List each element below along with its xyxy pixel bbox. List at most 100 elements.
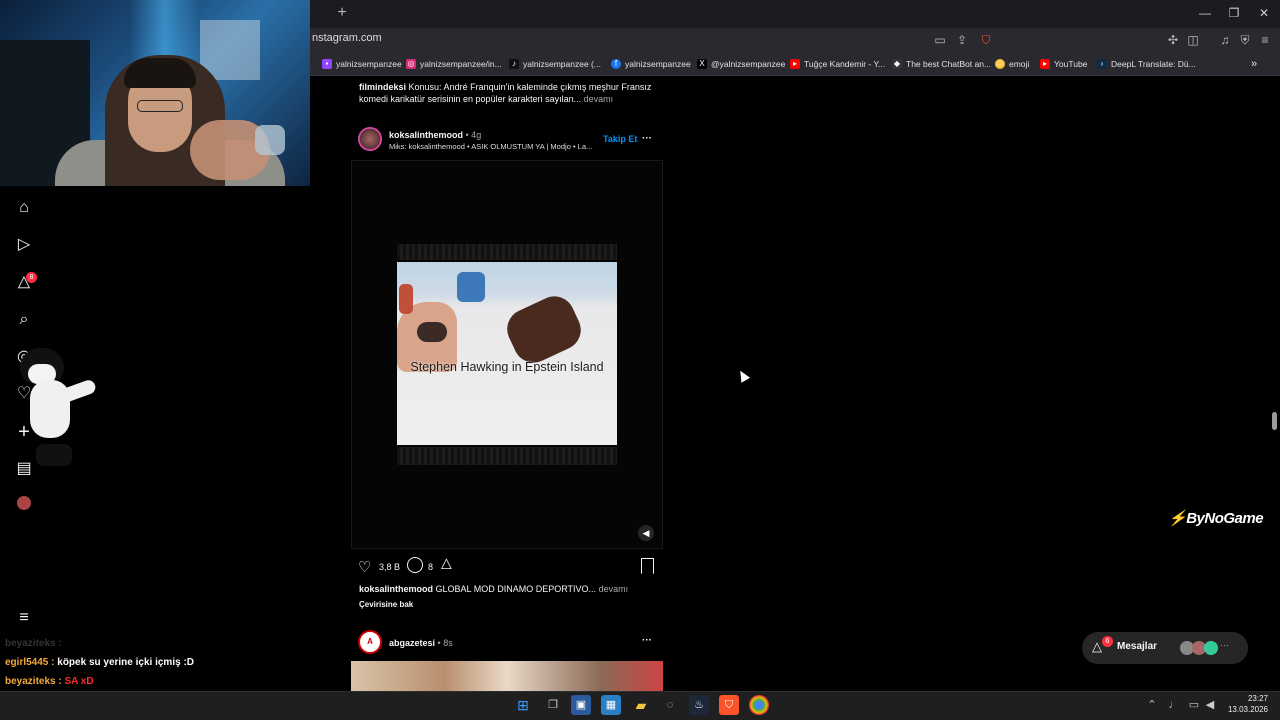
chat-line: egirl5445 : köpek su yerine içki içmiş :… — [5, 657, 194, 668]
search-icon[interactable]: ⌕ — [12, 308, 36, 332]
more-link[interactable]: devamı — [584, 94, 614, 104]
bookmark-item[interactable]: ☺ emoji — [995, 56, 1029, 72]
bookmark-item[interactable]: ♪ yalnizsempanzee (... — [509, 56, 601, 72]
comment-icon[interactable] — [407, 557, 423, 573]
man-figure — [500, 289, 588, 370]
share-icon[interactable]: ▽ — [441, 556, 452, 573]
glasses-shape — [137, 100, 183, 112]
bookmark-item[interactable]: › DeepL Translate: Dü... — [1097, 56, 1196, 72]
video-overlay-caption: Stephen Hawking in Epstein Island — [410, 360, 604, 374]
avatar — [1204, 641, 1218, 655]
sidebar-icon[interactable]: ◫ — [1184, 31, 1202, 49]
network-icon[interactable]: ▭ — [1186, 695, 1202, 715]
app-icon[interactable]: ◌ — [660, 695, 680, 715]
messages-label: Mesajlar — [1117, 641, 1158, 652]
close-window-button[interactable]: ✕ — [1249, 4, 1279, 22]
caption-username[interactable]: koksalinthemood — [359, 584, 433, 594]
next-post-header: abgazetesi • 8s — [389, 637, 453, 649]
facebook-icon: f — [611, 59, 621, 69]
webcam-overlay — [0, 0, 310, 186]
bookmark-item[interactable]: X @yalnizsempanzee — [697, 56, 785, 72]
messages-button[interactable]: ▽ 6 Mesajlar ··· — [1082, 632, 1248, 664]
microphone-icon[interactable]: ♩ — [1166, 695, 1182, 715]
bynogame-logo-icon: ⚡ — [1168, 510, 1187, 527]
media-icon[interactable]: ♫ — [1216, 31, 1234, 49]
share-icon[interactable]: ⇪ — [953, 31, 971, 49]
more-avatars-icon: ··· — [1220, 640, 1229, 650]
volume-icon[interactable]: ◀ — [1202, 695, 1218, 715]
app-icon[interactable]: ▦ — [601, 695, 621, 715]
start-icon[interactable]: ⊞ — [513, 695, 533, 715]
tray-expand-icon[interactable]: ⌃ — [1144, 695, 1160, 715]
youtube-icon: ▸ — [790, 59, 800, 69]
chat-message: SA xD — [64, 676, 94, 687]
volume-icon[interactable]: ◀ — [638, 525, 654, 541]
more-link[interactable]: devamı — [599, 584, 629, 594]
bookmark-item[interactable]: ▪ yalnizsempanzee — [322, 56, 402, 72]
follow-button[interactable]: Takip Et — [603, 134, 637, 144]
chat-message: köpek su yerine içki içmiş :D — [57, 657, 194, 668]
like-icon[interactable]: ♡ — [358, 558, 371, 576]
messages-icon: ▽ — [1092, 641, 1102, 656]
url-field[interactable]: nstagram.com — [312, 32, 382, 44]
prev-post-caption: filmindeksi Konusu: André Franquin'in ka… — [359, 82, 652, 104]
post-time: • 4g — [465, 130, 482, 140]
avatar[interactable] — [358, 127, 382, 151]
translate-link[interactable]: Çevirisine bak — [359, 600, 413, 609]
chat-username: egirl5445 : — [5, 657, 55, 668]
bookmarks-overflow-button[interactable]: » — [1251, 56, 1257, 72]
post-username[interactable]: koksalinthemood — [389, 130, 463, 140]
bookmark-item[interactable]: ▸ YouTube — [1040, 56, 1087, 72]
cat-arm — [58, 378, 98, 404]
more-menu-icon[interactable]: ≡ — [12, 606, 36, 630]
post-time: • 8s — [437, 638, 453, 648]
twitch-icon: ▪ — [322, 59, 332, 69]
prev-post-username[interactable]: filmindeksi — [359, 82, 406, 92]
post-caption: koksalinthemood GLOBAL MOD DINAMO DEPORT… — [359, 584, 629, 594]
avatar[interactable]: A — [358, 630, 382, 654]
bookmark-item[interactable]: f yalnizsempanzee — [611, 56, 691, 72]
extensions-icon[interactable]: ✣ — [1164, 31, 1182, 49]
scrollbar-thumb[interactable] — [1272, 412, 1277, 430]
task-view-icon[interactable]: ❐ — [543, 695, 563, 715]
bookmark-item[interactable]: ◎ yalnizsempanzee/in... — [406, 56, 502, 72]
brave-shield-icon[interactable]: ⛉ — [977, 31, 995, 49]
person-background — [399, 284, 413, 314]
comment-count[interactable]: 8 — [428, 562, 433, 572]
post-options-button[interactable]: ··· — [642, 635, 652, 646]
brave-icon[interactable]: ⛉ — [719, 695, 739, 715]
post-username[interactable]: abgazetesi — [389, 638, 435, 648]
video-letterbox — [397, 447, 617, 465]
like-count[interactable]: 3,8 B — [379, 562, 400, 572]
video-letterbox — [397, 244, 617, 260]
cat-legs — [36, 444, 72, 466]
deepl-icon: › — [1097, 59, 1107, 69]
home-icon[interactable]: ⌂ — [12, 196, 36, 220]
chrome-icon[interactable] — [749, 695, 769, 715]
vpn-icon[interactable]: ⛨ — [1236, 31, 1254, 49]
steam-icon[interactable]: ♨ — [689, 695, 709, 715]
app-icon[interactable]: ▣ — [571, 695, 591, 715]
notification-badge: 8 — [26, 272, 37, 283]
menu-icon[interactable]: ≡ — [1256, 31, 1274, 49]
minimize-button[interactable]: — — [1190, 4, 1220, 22]
video-frame — [397, 262, 617, 445]
youtube-icon: ▸ — [1040, 59, 1050, 69]
bookmark-item[interactable]: ◆ The best ChatBot an... — [892, 56, 991, 72]
bookmark-item[interactable]: ▸ Tuğçe Kandemir - Y... — [790, 56, 885, 72]
post-audio-label[interactable]: Miks: koksalinthemood • ASIK OLMUSTUM YA… — [389, 142, 592, 151]
profile-avatar[interactable] — [12, 494, 36, 518]
hair-shape — [417, 322, 447, 342]
system-clock[interactable]: 23:27 13.03.2026 — [1218, 693, 1268, 715]
chat-line: beyaziteks : — [5, 638, 62, 649]
new-tab-button[interactable]: + — [334, 4, 350, 22]
reels-icon[interactable]: ▷ — [12, 233, 36, 257]
file-explorer-icon[interactable]: ▰ — [631, 695, 651, 715]
post-options-button[interactable]: ··· — [642, 133, 652, 144]
streamer-hair — [124, 58, 196, 88]
restore-button[interactable]: ❐ — [1219, 4, 1249, 22]
instagram-icon: ◎ — [406, 59, 416, 69]
next-post-image[interactable] — [351, 661, 663, 691]
umbrella-shape — [457, 272, 485, 302]
cast-icon[interactable]: ▭ — [931, 31, 949, 49]
